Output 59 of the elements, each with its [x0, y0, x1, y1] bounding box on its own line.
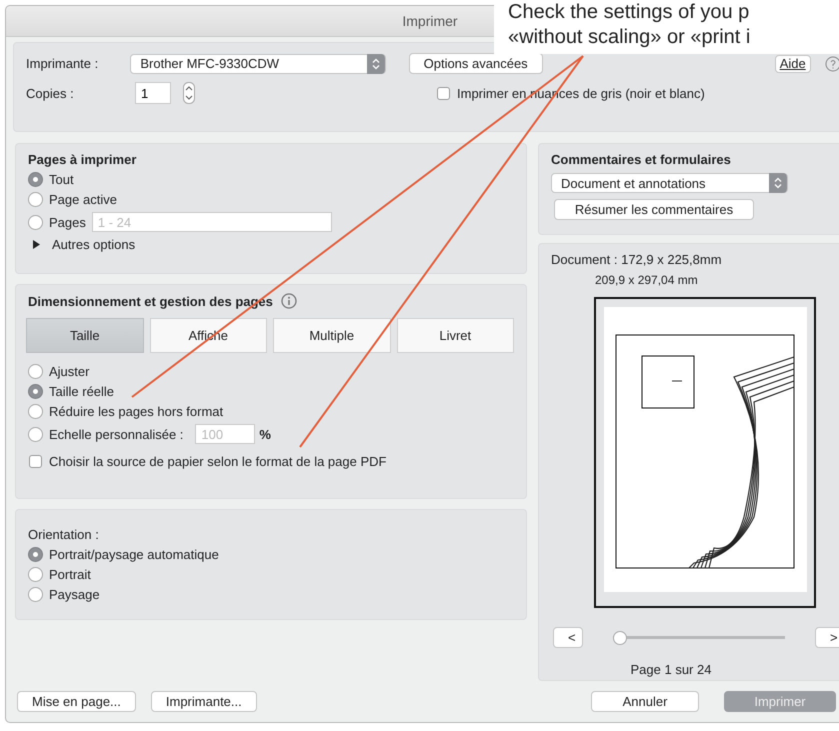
window-title: Imprimer	[402, 13, 458, 29]
radio-button[interactable]	[28, 364, 43, 379]
section-title: Commentaires et formulaires	[551, 152, 732, 167]
annotation-text: «without scaling» or «print i	[508, 25, 752, 50]
input-field[interactable]: 1 - 24	[92, 212, 332, 232]
section-title: Pages à imprimer	[28, 152, 138, 167]
option-label: Ajuster	[49, 364, 90, 379]
radio-button[interactable]	[28, 192, 43, 207]
option-label: Page active	[49, 192, 117, 207]
slider-thumb[interactable]	[613, 630, 627, 644]
printer-label: Imprimante :	[26, 56, 100, 71]
cancel-button[interactable]: Annuler	[591, 691, 699, 712]
page-indicator: Page 1 sur 24	[630, 662, 712, 677]
info-icon[interactable]	[280, 293, 297, 309]
option-label: Taille réelle	[49, 384, 114, 399]
section-title: Orientation :	[28, 527, 100, 542]
option-label: Paysage	[49, 587, 100, 602]
checkbox-label: Choisir la source de papier selon le format de la page PDF	[49, 454, 386, 469]
radio-button[interactable]	[28, 567, 43, 582]
checkbox[interactable]	[437, 86, 450, 100]
previous-page-button[interactable]: <	[553, 627, 583, 648]
unit-label: %	[259, 426, 271, 442]
document-size: Document : 172,9 x 225,8mm	[551, 252, 723, 267]
next-page-button[interactable]: >	[815, 627, 839, 648]
tab[interactable]: Multiple	[273, 318, 390, 353]
radio-button[interactable]	[28, 384, 43, 399]
checkbox[interactable]	[29, 455, 42, 468]
annotation-text: Check the settings of you p	[508, 0, 750, 25]
option-label: Portrait/paysage automatique	[49, 547, 219, 562]
summarize-comments-button[interactable]: Résumer les commentaires	[554, 199, 754, 220]
copies-field[interactable]: 1	[135, 82, 171, 104]
tab[interactable]: Livret	[396, 318, 514, 353]
collapsed-triangle-icon[interactable]	[32, 240, 40, 249]
comments-select[interactable]: Document et annotations	[551, 173, 788, 193]
paper-size: 209,9 x 297,04 mm	[595, 273, 699, 287]
option-label: Portrait	[49, 567, 91, 582]
stepper-icon	[372, 58, 380, 70]
radio-button[interactable]	[28, 587, 43, 602]
input-field[interactable]: 100	[195, 424, 256, 444]
printer-select[interactable]: Brother MFC-9330CDW	[130, 54, 386, 74]
help-icon[interactable]	[824, 56, 839, 72]
option-label: Echelle personnalisée :	[49, 426, 184, 442]
stepper-icon[interactable]	[183, 82, 195, 104]
advanced-options-button[interactable]: Options avancées	[408, 53, 543, 74]
radio-button[interactable]	[28, 426, 43, 442]
footer-button[interactable]: Imprimante...	[150, 691, 257, 712]
radio-button[interactable]	[28, 214, 43, 230]
footer-button[interactable]: Mise en page...	[17, 691, 136, 712]
copies-label: Copies :	[26, 86, 75, 100]
radio-button[interactable]	[28, 172, 43, 187]
stepper-icon	[774, 177, 782, 189]
option-label: Tout	[49, 172, 74, 187]
tab[interactable]: Taille	[26, 318, 144, 353]
option-label: Pages	[49, 214, 86, 230]
radio-button[interactable]	[28, 404, 43, 419]
radio-button[interactable]	[28, 547, 43, 562]
more-options-label[interactable]: Autres options	[52, 237, 136, 252]
help-button[interactable]: Aide	[774, 54, 811, 72]
option-label: Réduire les pages hors format	[49, 404, 224, 419]
